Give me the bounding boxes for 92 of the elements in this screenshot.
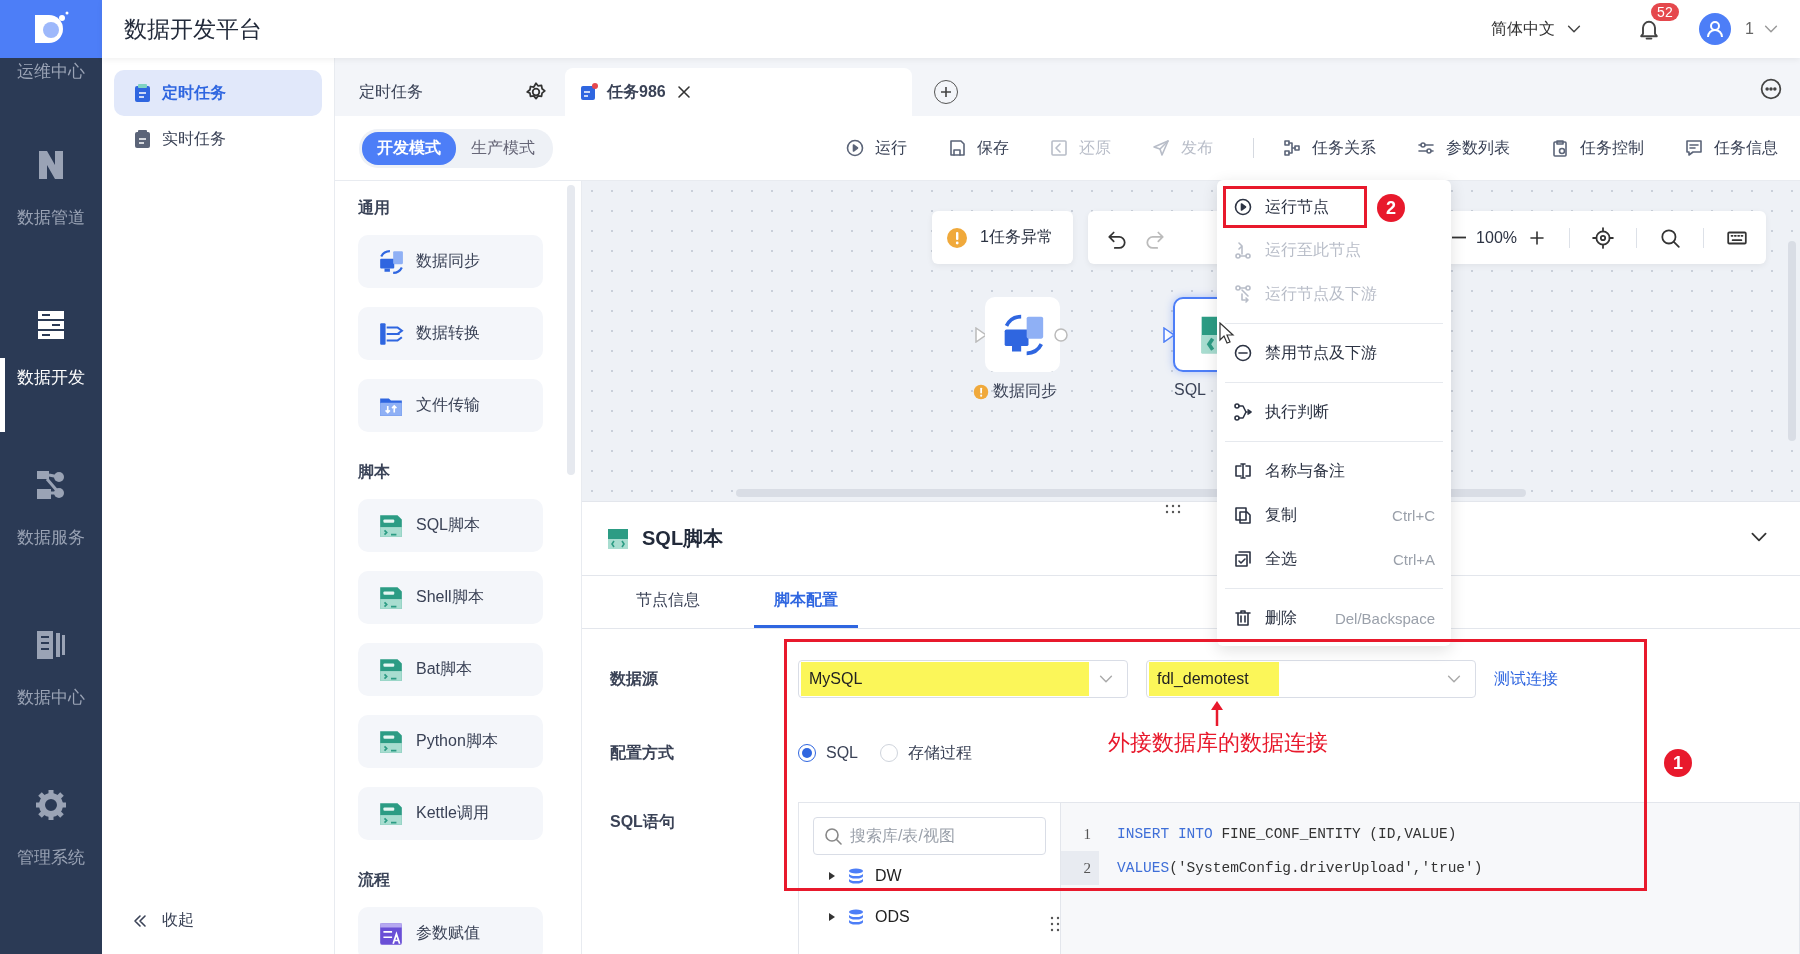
menu-item[interactable]: 全选 Ctrl+A (1217, 537, 1451, 581)
notification-badge: 52 (1651, 3, 1679, 21)
field-label: 配置方式 (610, 742, 675, 763)
shortcut-text: Del/Backspace (1334, 609, 1435, 627)
field-label: 数据源 (610, 668, 659, 689)
node-label: 数据同步 (993, 381, 1057, 401)
step-marker: 1 (1664, 749, 1692, 777)
menu-item[interactable]: 执行判断 (1217, 390, 1451, 434)
section-title: 流程 (358, 870, 391, 890)
shortcut-text: Ctrl+C (1392, 506, 1435, 524)
line-number: 2 (1061, 851, 1099, 885)
mode-toggle[interactable]: 开发模式 (362, 131, 456, 165)
node-palette-item[interactable]: 参数赋值 (358, 907, 543, 954)
tab[interactable]: 任务986 (565, 68, 912, 116)
search-field[interactable]: 搜索库/表/视图 (813, 817, 1046, 855)
code-line: VALUES('SystemConfig.driverUpload','true') (1117, 859, 1483, 878)
nav-item[interactable]: 数据管道 (17, 206, 85, 229)
nav-item[interactable]: 数据开发 (17, 366, 85, 389)
menu-item[interactable]: 名称与备注 (1217, 449, 1451, 493)
test-connection-link[interactable]: 测试连接 (1494, 668, 1558, 690)
alert-card[interactable]: 1任务异常 (932, 211, 1073, 264)
item-label: SQL脚本 (416, 515, 480, 535)
menu-label: 运行节点 (1265, 196, 1329, 217)
shortcut-text: Ctrl+A (1392, 550, 1435, 568)
item-label: Bat脚本 (416, 659, 472, 679)
tab[interactable]: 节点信息 (616, 576, 720, 628)
collapse-button[interactable]: 收起 (114, 910, 322, 931)
toolbar-button[interactable]: 任务控制 (1550, 137, 1644, 159)
menu-item[interactable]: 定时任务 (114, 70, 322, 116)
menu-item[interactable]: 实时任务 (114, 116, 322, 162)
item-label: 参数赋值 (416, 923, 480, 943)
radio-option[interactable]: 存储过程 (880, 742, 972, 764)
select-value: MySQL (801, 662, 1089, 696)
toolbar-button[interactable]: 保存 (947, 137, 1009, 159)
node-palette-item[interactable]: Bat脚本 (358, 643, 543, 696)
nav-item[interactable]: 数据服务 (17, 526, 85, 549)
menu-label: 删除 (1265, 607, 1297, 628)
line-number: 1 (1082, 825, 1092, 844)
toolbar-button[interactable]: 任务信息 (1684, 137, 1778, 159)
item-label: 数据转换 (416, 323, 480, 343)
node-palette-item[interactable]: 文件传输 (358, 379, 543, 432)
radio-option[interactable]: SQL (798, 744, 858, 762)
app-title: 数据开发平台 (124, 14, 262, 44)
field-label: SQL语句 (610, 812, 676, 832)
menu-item[interactable]: 复制 Ctrl+C (1217, 493, 1451, 537)
tab[interactable]: 定时任务 (335, 68, 565, 116)
dropdown[interactable]: MySQL (798, 660, 1128, 698)
tree-label: DW (875, 866, 902, 885)
menu-label: 执行判断 (1265, 401, 1329, 422)
tab[interactable]: 脚本配置 (754, 576, 858, 628)
item-label: 文件传输 (416, 395, 480, 415)
zoom-level: 100% (1476, 228, 1517, 247)
nav-item[interactable]: 管理系统 (17, 846, 85, 869)
node-palette-item[interactable]: 数据同步 (358, 235, 543, 288)
tree-label: ODS (875, 907, 910, 926)
tree-item[interactable]: ODS (813, 896, 1060, 937)
node-palette-item[interactable]: SQL脚本 (358, 499, 543, 552)
language-select[interactable]: 简体中文 (1491, 18, 1584, 40)
section-title: 脚本 (358, 462, 391, 482)
select-value: fdl_demotest (1149, 662, 1279, 696)
toolbar-button[interactable]: 参数列表 (1416, 137, 1510, 159)
section-title: 通用 (358, 198, 391, 218)
dropdown[interactable]: fdl_demotest (1146, 660, 1476, 698)
menu-item[interactable]: 删除 Del/Backspace (1217, 596, 1451, 640)
node-label: SQL (1174, 381, 1206, 399)
annotation-text: 外接数据库的数据连接 (1108, 729, 1328, 757)
menu-label: 禁用节点及下游 (1265, 342, 1377, 363)
alert-text: 1任务异常 (980, 227, 1053, 247)
menu-label: 全选 (1265, 548, 1297, 569)
toolbar-button[interactable]: 任务关系 (1282, 137, 1376, 159)
item-label: Python脚本 (416, 731, 498, 751)
panel-title: SQL脚本 (642, 526, 724, 551)
menu-item[interactable]: 禁用节点及下游 (1217, 331, 1451, 375)
item-label: Kettle调用 (416, 803, 489, 823)
menu-item[interactable]: 运行节点 (1223, 186, 1367, 228)
code-line: INSERT INTO FINE_CONF_ENTITY (ID,VALUE) (1117, 825, 1458, 844)
toolbar-button[interactable]: 运行 (845, 137, 907, 159)
node-palette-item[interactable]: 数据转换 (358, 307, 543, 360)
node-palette-item[interactable]: Python脚本 (358, 715, 543, 768)
menu-label: 名称与备注 (1265, 460, 1345, 481)
user-name[interactable]: 1 (1745, 20, 1754, 38)
node-palette-item[interactable]: Shell脚本 (358, 571, 543, 624)
tree-item[interactable]: DW (813, 855, 1060, 896)
menu-label: 复制 (1265, 504, 1297, 525)
nav-item[interactable]: 运维中心 (17, 60, 85, 83)
menu-label: 运行至此节点 (1265, 239, 1361, 260)
menu-label: 运行节点及下游 (1265, 283, 1377, 304)
item-label: Shell脚本 (416, 587, 484, 607)
item-label: 数据同步 (416, 251, 480, 271)
mode-toggle[interactable]: 生产模式 (456, 131, 550, 165)
node-palette-item[interactable]: Kettle调用 (358, 787, 543, 840)
nav-item[interactable]: 数据中心 (17, 686, 85, 709)
